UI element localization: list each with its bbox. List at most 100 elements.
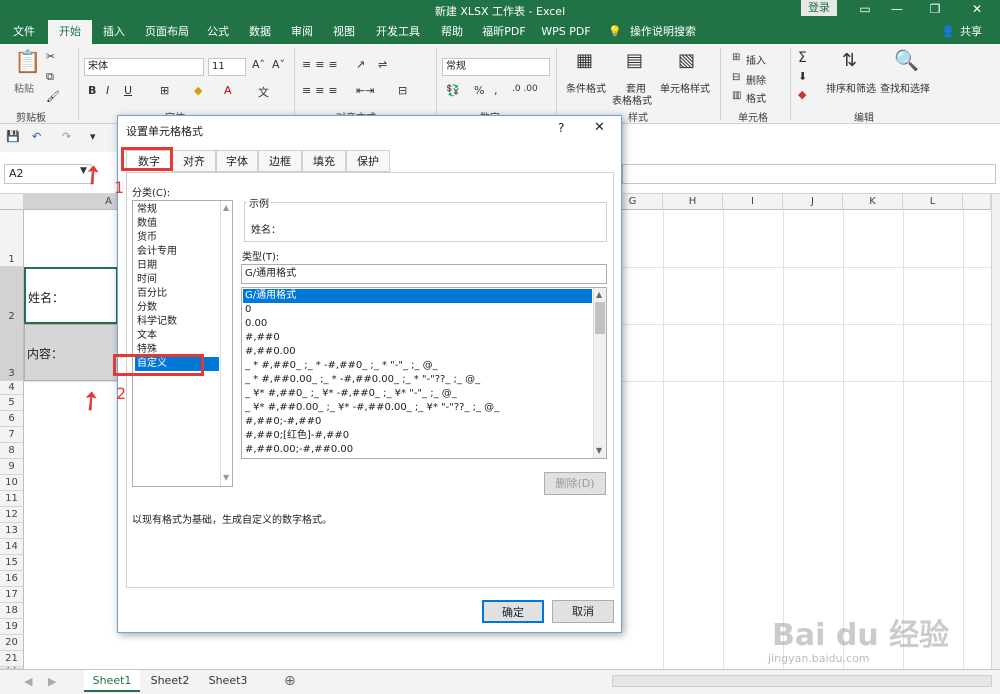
delete-cells-icon[interactable]: ⊟ xyxy=(732,72,740,83)
tab-page-layout[interactable]: 页面布局 xyxy=(138,20,196,44)
find-select-icon[interactable]: 🔍 xyxy=(894,48,919,72)
cell-a3[interactable]: 内容： xyxy=(24,324,118,381)
vertical-align-icons[interactable]: ≡≡≡ xyxy=(302,58,342,71)
tab-insert[interactable]: 插入 xyxy=(96,20,132,44)
border-icon[interactable]: ⊞ xyxy=(160,84,169,97)
tell-me-search[interactable]: 操作说明搜索 xyxy=(628,20,698,44)
underline-icon[interactable]: U xyxy=(124,84,132,97)
column-header-j[interactable]: J xyxy=(783,194,843,210)
sort-filter-icon[interactable]: ⇅ xyxy=(842,50,857,71)
ok-button[interactable]: 确定 xyxy=(482,600,544,623)
delete-cells-button[interactable]: 删除 xyxy=(746,72,766,87)
fill-icon[interactable]: ⬇ xyxy=(798,70,807,83)
tab-review[interactable]: 审阅 xyxy=(284,20,320,44)
category-item[interactable]: 会计专用 xyxy=(135,245,219,259)
tab-fill[interactable]: 填充 xyxy=(302,150,346,172)
save-icon[interactable]: 💾 xyxy=(6,130,20,143)
row-header[interactable]: 21 xyxy=(0,651,24,667)
tab-view[interactable]: 视图 xyxy=(326,20,362,44)
undo-icon[interactable]: ↶ xyxy=(32,130,41,143)
restore-button[interactable]: ❐ xyxy=(920,0,950,20)
indent-icons[interactable]: ⇤⇥ xyxy=(356,84,374,97)
vertical-scrollbar[interactable] xyxy=(991,194,1000,669)
tab-protection[interactable]: 保护 xyxy=(346,150,390,172)
cell-a2[interactable]: 姓名： xyxy=(24,267,118,324)
share-button[interactable]: 共享 xyxy=(956,20,986,44)
insert-cells-button[interactable]: 插入 xyxy=(746,52,766,67)
sheet-tab-sheet1[interactable]: Sheet1 xyxy=(84,670,140,692)
row-header[interactable]: 10 xyxy=(0,475,24,491)
comma-style-icon[interactable]: , xyxy=(494,84,498,97)
row-header[interactable]: 16 xyxy=(0,571,24,587)
row-header[interactable]: 18 xyxy=(0,603,24,619)
row-header[interactable]: 5 xyxy=(0,395,24,411)
horizontal-scrollbar[interactable] xyxy=(612,675,992,687)
column-header-m[interactable] xyxy=(963,194,991,210)
redo-icon[interactable]: ↷ xyxy=(62,130,71,143)
minimize-button[interactable]: — xyxy=(882,0,912,20)
scroll-thumb[interactable] xyxy=(595,302,605,334)
column-header-l[interactable]: L xyxy=(903,194,963,210)
close-button[interactable]: ✕ xyxy=(962,0,992,20)
tab-developer[interactable]: 开发工具 xyxy=(368,20,428,44)
category-item[interactable]: 时间 xyxy=(135,273,219,287)
tab-font[interactable]: 字体 xyxy=(216,150,258,172)
tab-file[interactable]: 文件 xyxy=(6,20,42,44)
type-item[interactable]: _ * #,##0_ ;_ * -#,##0_ ;_ * "-"_ ;_ @_ xyxy=(243,359,592,373)
row-header[interactable]: 2 xyxy=(0,267,24,324)
type-item[interactable]: _ ¥* #,##0.00_ ;_ ¥* -#,##0.00_ ;_ ¥* "-… xyxy=(243,401,592,415)
tab-home[interactable]: 开始 xyxy=(48,20,92,44)
row-header[interactable]: 7 xyxy=(0,427,24,443)
italic-icon[interactable]: I xyxy=(106,84,109,97)
row-header[interactable]: 1 xyxy=(0,210,24,267)
number-format-select[interactable]: 常规 xyxy=(442,58,550,76)
increase-font-icon[interactable]: A˄ xyxy=(252,58,265,71)
row-header[interactable]: 19 xyxy=(0,619,24,635)
font-size-select[interactable]: 11 xyxy=(208,58,246,76)
font-name-select[interactable]: 宋体 xyxy=(84,58,204,76)
type-input[interactable]: G/通用格式 xyxy=(241,264,607,284)
format-painter-icon[interactable]: 🖌 xyxy=(46,90,60,103)
phonetic-icon[interactable]: 文 xyxy=(258,84,269,100)
row-header[interactable]: 14 xyxy=(0,539,24,555)
login-button[interactable]: 登录 xyxy=(801,0,837,16)
row-header[interactable]: 12 xyxy=(0,507,24,523)
decrease-font-icon[interactable]: A˅ xyxy=(272,58,285,71)
category-scrollbar[interactable]: ▲ ▼ xyxy=(220,201,232,486)
type-item[interactable]: 0 xyxy=(243,303,592,317)
conditional-format-button[interactable]: 条件格式 xyxy=(566,80,606,95)
scroll-down-icon[interactable]: ▼ xyxy=(223,473,229,482)
formula-input[interactable] xyxy=(622,164,996,184)
format-as-table-icon[interactable]: ▤ xyxy=(626,50,643,71)
tab-data[interactable]: 数据 xyxy=(242,20,278,44)
autosum-icon[interactable]: Σ xyxy=(798,50,807,66)
format-cells-button[interactable]: 格式 xyxy=(746,90,766,105)
customize-qat-icon[interactable]: ▾ xyxy=(90,130,96,143)
dialog-close-button[interactable]: ✕ xyxy=(594,120,605,135)
scroll-down-icon[interactable]: ▼ xyxy=(596,446,602,455)
row-header[interactable]: 4 xyxy=(0,381,24,395)
row-header[interactable]: 6 xyxy=(0,411,24,427)
tab-help[interactable]: 帮助 xyxy=(434,20,470,44)
conditional-format-icon[interactable]: ▦ xyxy=(576,50,593,71)
category-item[interactable]: 科学记数 xyxy=(135,315,219,329)
row-header[interactable]: 9 xyxy=(0,459,24,475)
type-item[interactable]: #,##0.00;-#,##0.00 xyxy=(243,443,592,457)
column-header-h[interactable]: H xyxy=(663,194,723,210)
tab-foxit-pdf[interactable]: 福昕PDF xyxy=(476,20,532,44)
tab-wps-pdf[interactable]: WPS PDF xyxy=(538,20,594,44)
percent-icon[interactable]: % xyxy=(474,84,484,97)
find-select-button[interactable]: 查找和选择 xyxy=(880,80,930,95)
category-list[interactable]: 常规 数值 货币 会计专用 日期 时间 百分比 分数 科学记数 文本 特殊 自定… xyxy=(132,200,233,487)
next-sheet-icon[interactable]: ▶ xyxy=(48,675,56,688)
type-item[interactable]: #,##0;-#,##0 xyxy=(243,415,592,429)
row-header[interactable]: 11 xyxy=(0,491,24,507)
paste-button[interactable]: 粘贴 xyxy=(14,80,34,95)
category-item[interactable]: 数值 xyxy=(135,217,219,231)
cell-styles-button[interactable]: 单元格样式 xyxy=(660,80,710,95)
row-header[interactable]: 13 xyxy=(0,523,24,539)
format-as-table-button-line2[interactable]: 表格格式 xyxy=(612,92,652,107)
delete-format-button[interactable]: 删除(D) xyxy=(544,472,606,495)
column-header-i[interactable]: I xyxy=(723,194,783,210)
select-all-corner[interactable] xyxy=(0,194,24,210)
